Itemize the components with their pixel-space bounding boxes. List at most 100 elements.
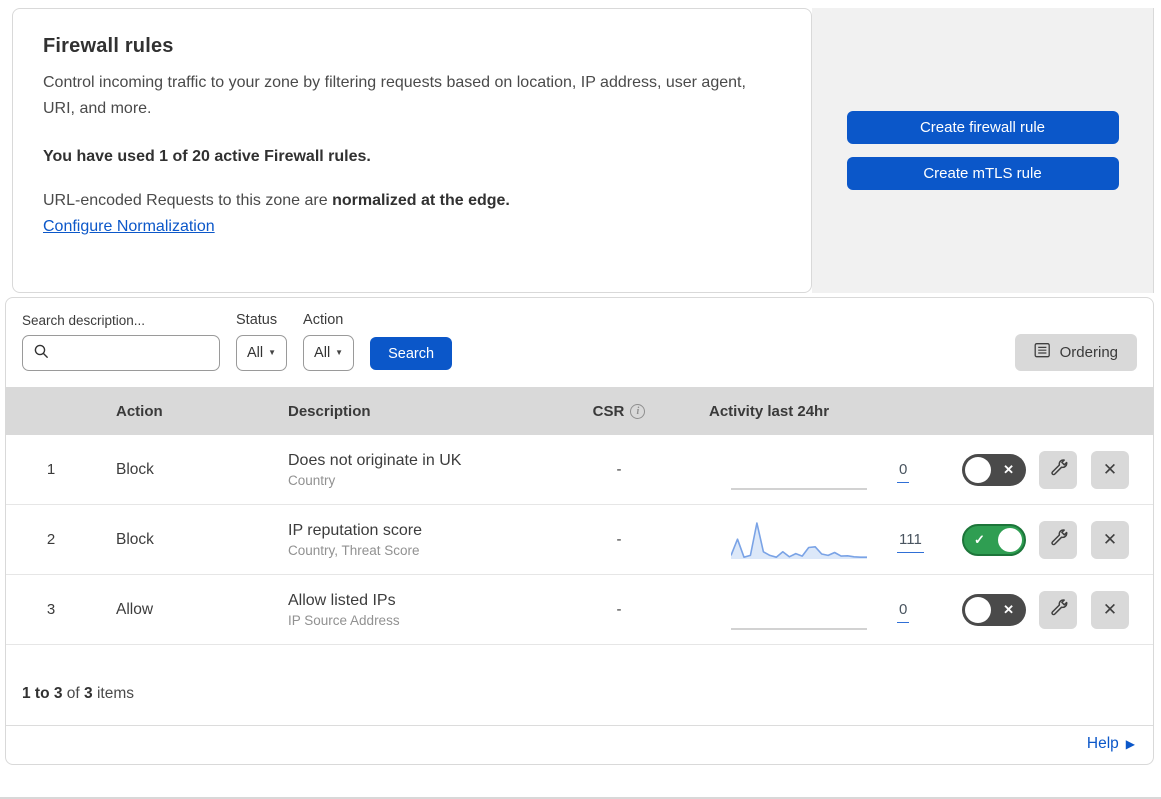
toggle-knob bbox=[965, 456, 991, 483]
action-column-header: Action bbox=[116, 402, 163, 420]
activity-count-link[interactable]: 0 bbox=[897, 600, 910, 623]
close-icon: ✕ bbox=[1102, 460, 1118, 479]
rule-csr: - bbox=[616, 531, 622, 548]
enable-toggle[interactable]: ✓ ✕ bbox=[962, 453, 1026, 486]
table-row: 1 Block Does not originate in UK Country… bbox=[6, 435, 1153, 505]
activity-column-header: Activity last 24hr bbox=[709, 402, 830, 420]
action-filter: Action All ▼ bbox=[303, 312, 355, 371]
delete-rule-button[interactable]: ✕ bbox=[1091, 450, 1129, 489]
usage-summary: You have used 1 of 20 active Firewall ru… bbox=[43, 147, 371, 165]
activity-count-link[interactable]: 111 bbox=[897, 530, 924, 553]
close-icon: ✕ bbox=[1102, 530, 1118, 549]
rule-criteria: Country, Threat Score bbox=[288, 542, 420, 558]
wrench-icon bbox=[1049, 458, 1068, 481]
edit-rule-button[interactable] bbox=[1039, 450, 1077, 489]
rule-criteria: IP Source Address bbox=[288, 612, 400, 628]
csr-label: CSR bbox=[592, 402, 625, 420]
action-dropdown[interactable]: All ▼ bbox=[303, 335, 355, 371]
x-icon: ✕ bbox=[1003, 461, 1014, 477]
rule-csr: - bbox=[616, 601, 622, 618]
range-text: 1 to 3 bbox=[22, 685, 63, 702]
activity-cell bbox=[649, 589, 879, 631]
enable-toggle[interactable]: ✓ ✕ bbox=[962, 593, 1026, 626]
edit-cell bbox=[1039, 590, 1091, 629]
search-button[interactable]: Search bbox=[370, 337, 453, 370]
rule-priority: 1 bbox=[46, 461, 56, 478]
info-icon[interactable]: i bbox=[630, 403, 646, 419]
activity-count-cell: 0 bbox=[879, 600, 949, 623]
wrench-icon bbox=[1049, 528, 1068, 551]
description-column-header: Description bbox=[288, 402, 371, 420]
status-value: All bbox=[247, 345, 264, 361]
rule-description: Does not originate in UK bbox=[288, 451, 462, 469]
filter-bar: Search description... Status All ▼ Actio… bbox=[6, 298, 1153, 387]
activity-cell bbox=[649, 449, 879, 491]
page-title: Firewall rules bbox=[43, 35, 174, 57]
page-description: Control incoming traffic to your zone by… bbox=[43, 74, 746, 117]
search-label: Search description... bbox=[22, 313, 146, 328]
cta-panel: Create firewall rule Create mTLS rule bbox=[812, 8, 1154, 293]
activity-sparkline bbox=[731, 627, 867, 630]
normalization-prefix: URL-encoded Requests to this zone are bbox=[43, 191, 333, 209]
delete-rule-button[interactable]: ✕ bbox=[1091, 590, 1129, 629]
activity-count-link[interactable]: 0 bbox=[897, 460, 910, 483]
search-box[interactable] bbox=[22, 335, 236, 371]
of-text: of bbox=[66, 685, 80, 702]
ordering-button[interactable]: Ordering bbox=[1014, 334, 1137, 371]
rule-priority: 3 bbox=[46, 601, 56, 618]
toggle-cell: ✓ ✕ bbox=[949, 523, 1039, 556]
toggle-cell: ✓ ✕ bbox=[949, 453, 1039, 486]
rule-description: Allow listed IPs bbox=[288, 591, 396, 609]
list-icon bbox=[1034, 342, 1051, 363]
delete-cell: ✕ bbox=[1091, 520, 1153, 559]
edit-rule-button[interactable] bbox=[1039, 590, 1077, 629]
help-bar: Help ▶ bbox=[6, 725, 1153, 764]
edit-cell bbox=[1039, 520, 1091, 559]
activity-sparkline bbox=[731, 487, 867, 490]
top-section: Firewall rules Control incoming traffic … bbox=[12, 8, 1154, 293]
ordering-label: Ordering bbox=[1059, 344, 1118, 361]
rule-action: Block bbox=[116, 460, 154, 478]
search-input[interactable] bbox=[55, 336, 236, 370]
toggle-knob bbox=[965, 596, 991, 623]
rule-priority: 2 bbox=[46, 531, 56, 548]
search-icon bbox=[33, 343, 49, 364]
table-row: 2 Block IP reputation score Country, Thr… bbox=[6, 505, 1153, 575]
help-link[interactable]: Help ▶ bbox=[1087, 735, 1135, 753]
rule-csr: - bbox=[616, 461, 622, 478]
edit-rule-button[interactable] bbox=[1039, 520, 1077, 559]
table-row: 3 Allow Allow listed IPs IP Source Addre… bbox=[6, 575, 1153, 645]
normalization-bold: normalized at the edge. bbox=[332, 191, 510, 209]
help-label: Help bbox=[1086, 735, 1119, 752]
status-dropdown[interactable]: All ▼ bbox=[236, 335, 288, 371]
action-value: All bbox=[314, 345, 331, 361]
create-mtls-rule-button[interactable]: Create mTLS rule bbox=[846, 157, 1119, 190]
activity-cell bbox=[649, 519, 879, 561]
activity-count-cell: 111 bbox=[879, 530, 949, 553]
activity-count-cell: 0 bbox=[879, 460, 949, 483]
status-label: Status bbox=[236, 312, 278, 328]
rule-description-cell: IP reputation score Country, Threat Scor… bbox=[266, 522, 539, 558]
delete-cell: ✕ bbox=[1091, 590, 1153, 629]
items-text: items bbox=[96, 685, 135, 702]
toggle-cell: ✓ ✕ bbox=[949, 593, 1039, 626]
status-filter: Status All ▼ bbox=[236, 312, 288, 371]
rule-criteria: Country bbox=[288, 472, 336, 488]
search-field: Search description... bbox=[22, 313, 236, 371]
arrow-right-icon: ▶ bbox=[1125, 737, 1135, 751]
close-icon: ✕ bbox=[1102, 600, 1118, 619]
total-count: 3 bbox=[84, 685, 93, 702]
enable-toggle[interactable]: ✓ ✕ bbox=[962, 523, 1026, 556]
rules-card: Search description... Status All ▼ Actio… bbox=[5, 297, 1154, 765]
create-firewall-rule-button[interactable]: Create firewall rule bbox=[846, 111, 1119, 144]
delete-rule-button[interactable]: ✕ bbox=[1091, 520, 1129, 559]
toggle-knob bbox=[998, 527, 1022, 552]
pagination-summary: 1 to 3 of 3 items bbox=[6, 645, 1153, 725]
rule-description-cell: Does not originate in UK Country bbox=[266, 452, 539, 488]
chevron-down-icon: ▼ bbox=[335, 348, 344, 357]
table-body: 1 Block Does not originate in UK Country… bbox=[6, 435, 1153, 645]
configure-normalization-link[interactable]: Configure Normalization bbox=[43, 218, 215, 236]
firewall-rules-page: Firewall rules Control incoming traffic … bbox=[0, 8, 1161, 799]
rule-description-cell: Allow listed IPs IP Source Address bbox=[266, 592, 539, 628]
wrench-icon bbox=[1049, 598, 1068, 621]
